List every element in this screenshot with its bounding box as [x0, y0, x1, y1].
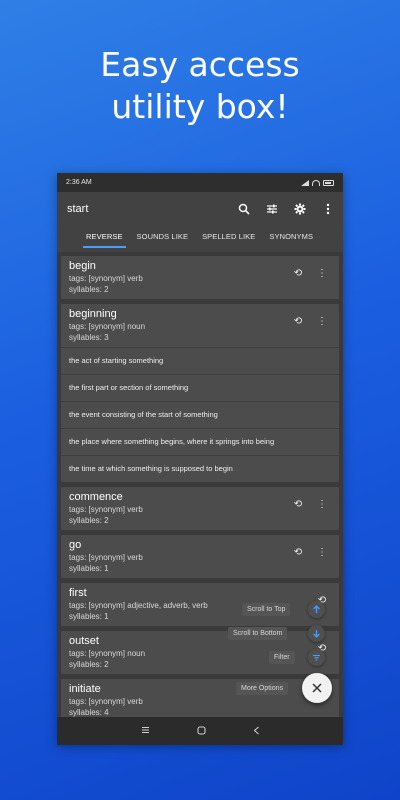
back-icon[interactable] [253, 726, 260, 737]
find-replace-icon[interactable]: ⟲ [293, 547, 303, 558]
definition-item: the event consisting of the start of som… [61, 402, 339, 429]
word-card[interactable]: initiate tags: [synonym] verb syllables:… [61, 679, 339, 722]
word-title: initiate [69, 683, 101, 695]
word-card[interactable]: begin tags: [synonym] verb syllables: 2 … [61, 256, 339, 299]
word-syllables: syllables: 1 [69, 612, 109, 621]
tab-spelled-like[interactable]: SPELLED LIKE [195, 226, 262, 252]
definition-item: the first part or section of something [61, 375, 339, 402]
word-title: outset [69, 635, 99, 647]
definition-item: the act of starting something [61, 348, 339, 375]
scroll-to-top-label[interactable]: Scroll to Top [242, 603, 291, 616]
tab-bar: REVERSE SOUNDS LIKE SPELLED LIKE SYNONYM… [57, 226, 343, 252]
word-title: beginning [69, 308, 117, 320]
word-title: commence [69, 491, 123, 503]
more-vert-icon[interactable]: ⋮ [317, 547, 327, 558]
status-time: 2:36 AM [66, 179, 92, 186]
search-query-title[interactable]: start [67, 203, 88, 215]
more-vert-icon[interactable]: ⋮ [317, 316, 327, 327]
filter-icon[interactable] [308, 649, 325, 666]
phone-screen: 2:36 AM start REVERSE SOUNDS LIKE SPELLE… [57, 173, 343, 745]
word-card[interactable]: go tags: [synonym] verb syllables: 1 ⟲ ⋮ [61, 535, 339, 578]
word-card[interactable]: outset tags: [synonym] noun syllables: 2… [61, 631, 339, 674]
gear-icon[interactable] [293, 202, 307, 216]
word-title: go [69, 539, 82, 551]
headline: Easy access utility box! [0, 44, 400, 128]
word-tags: tags: [synonym] verb [69, 553, 143, 562]
tab-synonyms[interactable]: SYNONYMS [262, 226, 320, 252]
wifi-icon [312, 179, 320, 186]
arrow-down-icon[interactable] [308, 625, 325, 642]
find-replace-icon[interactable]: ⟲ [293, 316, 303, 327]
search-icon[interactable] [237, 202, 251, 216]
word-tags: tags: [synonym] adjective, adverb, verb [69, 601, 208, 610]
more-vert-icon[interactable] [321, 202, 335, 216]
headline-line-2: utility box! [111, 87, 289, 126]
word-card[interactable]: commence tags: [synonym] verb syllables:… [61, 487, 339, 530]
tab-sounds-like[interactable]: SOUNDS LIKE [130, 226, 196, 252]
tune-icon[interactable] [265, 202, 279, 216]
recents-icon[interactable] [141, 726, 150, 736]
find-replace-icon[interactable]: ⟲ [293, 499, 303, 510]
find-replace-icon[interactable]: ⟲ [293, 268, 303, 279]
word-tags: tags: [synonym] noun [69, 322, 146, 331]
word-list: begin tags: [synonym] verb syllables: 2 … [57, 252, 343, 722]
word-syllables: syllables: 3 [69, 333, 109, 342]
word-card[interactable]: first tags: [synonym] adjective, adverb,… [61, 583, 339, 626]
word-tags: tags: [synonym] verb [69, 505, 143, 514]
word-syllables: syllables: 1 [69, 564, 109, 573]
app-toolbar: start [57, 192, 343, 226]
word-tags: tags: [synonym] verb [69, 697, 143, 706]
signal-icon [301, 179, 309, 186]
word-syllables: syllables: 2 [69, 285, 109, 294]
word-tags: tags: [synonym] verb [69, 274, 143, 283]
definition-list: the act of starting something the first … [61, 347, 339, 482]
word-card-expanded[interactable]: beginning tags: [synonym] noun syllables… [61, 304, 339, 482]
more-vert-icon[interactable]: ⋮ [317, 499, 327, 510]
home-icon[interactable] [196, 725, 206, 737]
definition-item: the time at which something is supposed … [69, 464, 233, 473]
word-syllables: syllables: 2 [69, 516, 109, 525]
close-icon[interactable] [302, 673, 332, 703]
filter-label[interactable]: Filter [269, 651, 295, 664]
scroll-to-bottom-label[interactable]: Scroll to Bottom [228, 627, 288, 640]
headline-line-1: Easy access [100, 45, 300, 84]
word-title: first [69, 587, 87, 599]
word-title: begin [69, 260, 96, 272]
tab-reverse[interactable]: REVERSE [79, 226, 130, 252]
definition-item: the place where something begins, where … [61, 429, 339, 456]
more-options-label[interactable]: More Options [236, 682, 289, 695]
more-vert-icon[interactable]: ⋮ [317, 268, 327, 279]
status-bar: 2:36 AM [57, 173, 343, 192]
battery-icon [323, 179, 334, 186]
system-nav-bar [57, 717, 343, 745]
arrow-up-icon[interactable] [308, 601, 325, 618]
